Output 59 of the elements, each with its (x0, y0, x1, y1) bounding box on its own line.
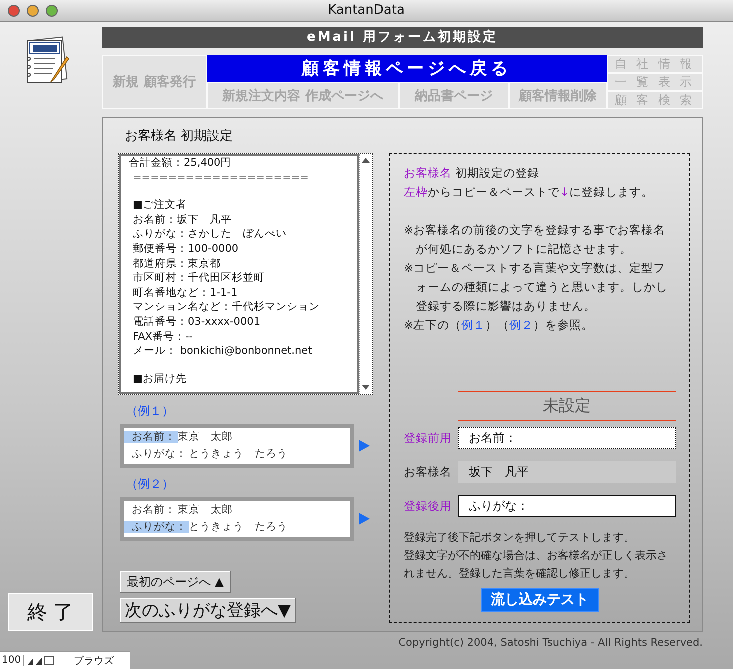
mode-label: ブラウズ (74, 654, 114, 668)
field-value: とうきょう たろう (189, 521, 288, 533)
instruction-text: 登録文字が不的確な場合は、お客様名が正しく表示されません。登録した言葉を確認し修正します。 (404, 548, 669, 582)
text-line: ふりがな：さかした ぼんぺい (133, 227, 288, 242)
input-field[interactable]: お名前： (458, 427, 676, 449)
field-value: 東京 太郎 (178, 431, 233, 443)
intro-text: 左枠からコピー＆ペーストで↓に登録します。 (404, 184, 655, 201)
page-nav-button[interactable]: 次のふりがな登録へ▼ (120, 598, 296, 623)
field-value: 東京 太郎 (178, 504, 233, 516)
instruction-text: 登録完了後下記ボタンを押してテストします。 (404, 530, 636, 546)
intro-text: お客様名 初期設定の登録 (404, 165, 541, 182)
field-label: お客様名 (404, 464, 453, 480)
minimize-button[interactable] (27, 4, 39, 16)
text-line: マンション名など：千代杉マンション (133, 300, 321, 315)
close-button[interactable] (8, 4, 20, 16)
text-line: 電話番号：03-xxxx-0001 (133, 314, 262, 330)
copyright-text: Copyright(c) 2004, Satoshi Tsuchiya - All Rights Reserved. (398, 637, 703, 649)
text-line: ■お届け先 (133, 372, 188, 386)
test-button[interactable]: 流し込みテスト (481, 588, 599, 612)
page-nav-button[interactable]: 最初のページへ ▲ (120, 571, 232, 593)
text-line: 郵便番号：100-0000 (133, 242, 240, 257)
example-label: （例１） (126, 403, 175, 420)
note-text: ※コピー＆ペーストする言葉や文字数は、定型フォームの種類によって違うと思います。しかし登録する際に影響はありません。 (404, 260, 669, 315)
example-label: （例２） (126, 476, 175, 493)
page-header: eMail 用フォーム初期設定 (102, 27, 703, 48)
note-text: ※左下の（例１）（例２）を参照。 (404, 317, 595, 334)
text-line: ■ご注文者 (133, 198, 188, 213)
panel-title: お客様名 初期設定 (125, 128, 234, 145)
window-title: KantanData (328, 3, 405, 18)
scroll-down-icon (362, 385, 370, 391)
field-label: お名前： (131, 504, 177, 516)
text-line: 都道府県：東京都 (133, 256, 222, 272)
email-text-area[interactable]: 合計金額：25,400円 ==================== ■ご注文者 お名前：坂下 凡平 ふりがな：さかした ぼんぺい 郵便番号：100-0000 都道府県：東京都 市区町村：千代田区杉並町 町名番地など：1-1-1 マンション名など：千代杉マンション 電話番号：03-xxxx-0001 FAX番号：-- メール： bonkichi@bonbonnet.net ■お届け先 (118, 153, 373, 395)
result-value: 坂下 凡平 (458, 461, 676, 483)
zoom-level[interactable]: 100 (0, 655, 24, 666)
note-text: ※お客様名の前後の文字を登録する事でお客様名が何処にあるかソフトに記憶させます。 (404, 222, 667, 258)
field-value: とうきょう たろう (189, 448, 288, 460)
field-label: 登録前用 (404, 430, 453, 446)
status-text: 未設定 (458, 391, 676, 421)
field-label: ふりがな： (124, 521, 189, 533)
zoom-controls-icon (27, 656, 56, 666)
text-line: 市区町村：千代田区杉並町 (133, 271, 266, 286)
field-label: ふりがな： (131, 448, 188, 460)
play-triangle-icon (358, 513, 370, 525)
scroll-up-icon (362, 157, 370, 163)
quit-button[interactable]: 終 了 (8, 593, 93, 631)
field-label: 登録後用 (404, 498, 453, 514)
zoom-button[interactable] (46, 4, 58, 16)
input-field[interactable]: ふりがな： (458, 495, 676, 517)
text-line: 合計金額：25,400円 (129, 156, 233, 171)
scroll-bar[interactable] (359, 154, 372, 394)
text-line: 町名番地など：1-1-1 (133, 286, 239, 300)
field-label: お名前： (124, 431, 178, 443)
text-line: FAX番号：-- (133, 330, 194, 344)
back-to-customer-button[interactable]: 顧客情報ページへ戻る (207, 55, 607, 82)
text-line: ==================== (133, 170, 310, 186)
text-line: お名前：坂下 凡平 (133, 212, 233, 228)
text-line: メール： bonkichi@bonbonnet.net (133, 344, 314, 359)
play-triangle-icon (358, 440, 370, 452)
